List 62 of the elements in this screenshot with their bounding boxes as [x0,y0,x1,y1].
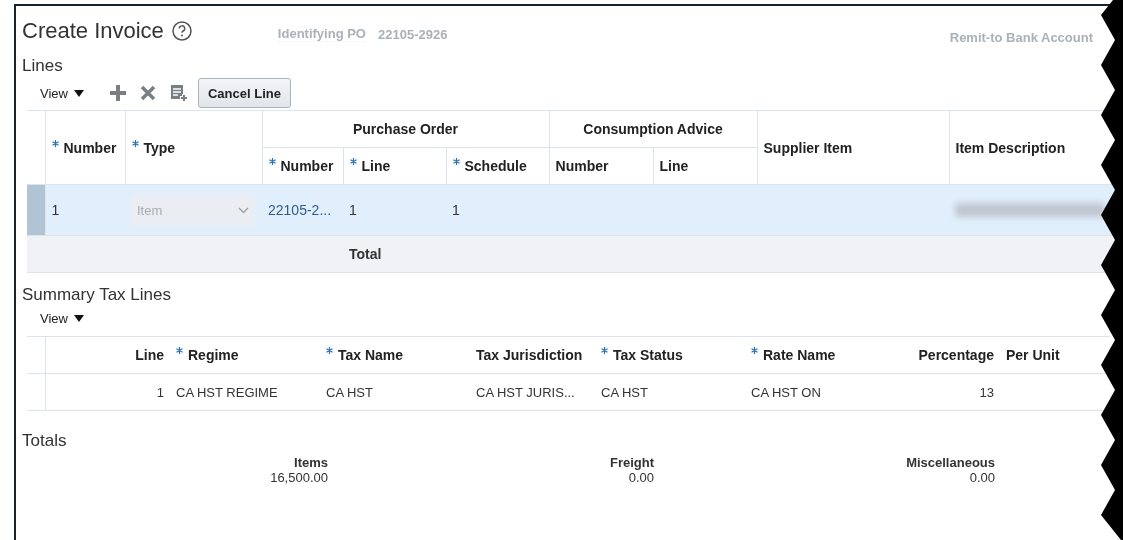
column-header: Tax Status [601,347,683,363]
column-header: Number [51,139,117,156]
total-label: Miscellaneous [906,455,995,470]
view-menu[interactable]: View [40,311,84,326]
column-header: Rate Name [751,347,836,363]
table-cell: CA HST ON [745,373,880,411]
remit-to-label: Remit-to Bank Account [949,30,1094,45]
required-icon [268,158,276,165]
table-cell: 1 [45,373,170,411]
identifying-po-value: 22105-2926 [378,26,448,42]
table-cell: CA HST JURIS... [470,373,595,411]
table-cell: CA HST [595,373,745,411]
column-header: Schedule [452,158,527,174]
column-group-header: Purchase Order [262,110,550,148]
cancel-line-button[interactable]: Cancel Line [197,78,291,108]
required-icon [51,139,59,147]
add-row-icon[interactable] [169,84,188,102]
total-value: 0.00 [969,470,995,485]
total-label: Items [294,455,328,470]
column-header: Line [659,158,689,174]
total-value: 0.00 [628,470,654,485]
column-header: Line [349,158,391,174]
total-label: Total [349,246,382,262]
table-cell: 1 [446,184,550,236]
column-header: Per Unit [1006,347,1060,363]
column-header: Supplier Item [763,139,853,156]
column-header: Type [131,139,176,156]
required-icon [131,139,139,147]
column-header: Item Description [955,139,1066,156]
view-menu[interactable]: View [40,85,84,101]
help-icon[interactable] [171,21,192,41]
column-header: Number [555,158,609,174]
caret-icon [73,315,84,322]
section-title: Totals [22,431,68,451]
required-icon [751,347,758,354]
column-header: Tax Name [326,347,404,363]
table-cell: 22105-2... [262,184,343,236]
table-cell: 1 [343,184,446,236]
section-title: Lines [22,56,64,76]
table-cell: CA HST REGIME [170,373,320,411]
required-icon [601,347,608,354]
delete-icon[interactable] [139,85,156,101]
column-header: Number [268,158,334,174]
section-title: Summary Tax Lines [22,285,172,305]
chevron-down-icon [238,206,249,214]
total-value: 16,500.00 [270,470,328,485]
caret-icon [73,89,84,97]
column-header: Regime [176,347,239,363]
table-cell: 1 [45,184,125,236]
total-label: Freight [609,455,654,470]
page-title: Create Invoice [22,18,164,44]
column-header: Line [135,347,164,363]
column-header: Tax Jurisdiction [476,347,583,363]
table-cell: 13 [880,373,1000,411]
table-cell: CA HST [320,373,470,411]
required-icon [452,158,460,165]
required-icon [176,347,183,354]
column-group-header: Consumption Advice [549,110,758,148]
column-header: Percentage [918,347,994,363]
add-icon[interactable] [109,85,126,101]
required-icon [326,347,333,354]
required-icon [349,158,357,165]
